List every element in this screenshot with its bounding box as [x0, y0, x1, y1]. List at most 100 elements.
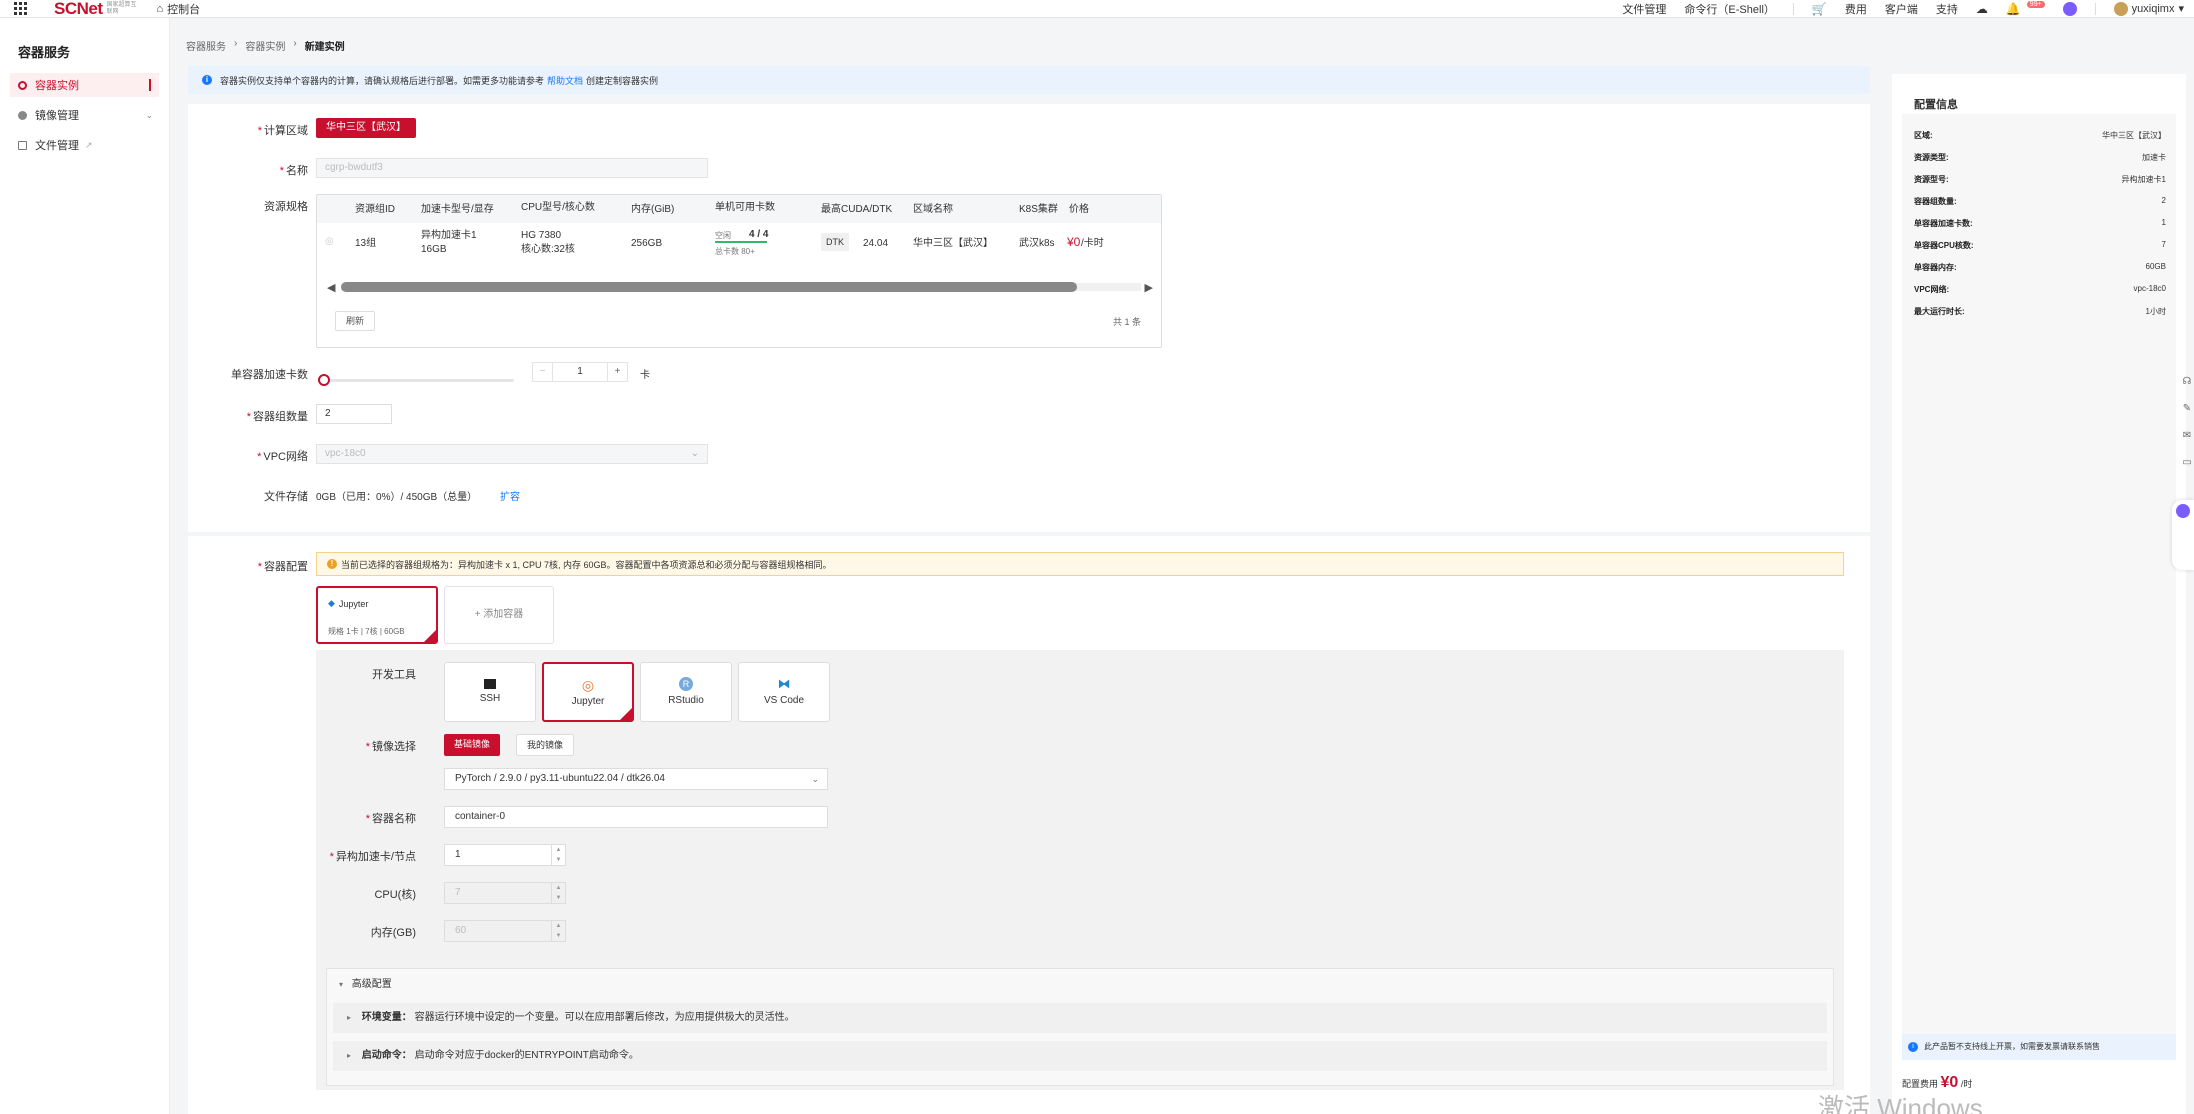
bell-icon[interactable]: 🔔 — [2006, 2, 2021, 16]
sidebar-item-images[interactable]: 镜像管理 ⌄ — [10, 103, 159, 127]
advanced-header[interactable]: ▾ 高级配置 — [339, 975, 392, 990]
vpc-select[interactable]: vpc-18c0 ⌄ — [316, 444, 708, 464]
summary-key: 容器组数量: — [1914, 197, 1957, 206]
mem-input: 60 ▲ ▼ — [444, 920, 566, 942]
assistant-icon[interactable] — [2062, 1, 2077, 16]
cloud-icon[interactable]: ☁ — [1976, 2, 1988, 16]
column-header: 最高CUDA/DTK — [821, 204, 893, 215]
cards-value[interactable]: 1 — [553, 363, 607, 381]
info-icon: i — [1908, 1042, 1918, 1052]
mem-value: 60 — [455, 925, 467, 936]
mem-label: 内存(GB) — [370, 927, 416, 939]
billing-link[interactable]: 费用 — [1845, 1, 1867, 17]
support-link[interactable]: 支持 — [1936, 1, 1958, 17]
sidebar-item-files[interactable]: 文件管理 ↗ — [10, 133, 159, 157]
start-cmd-row[interactable]: ▸ 启动命令： 启动命令对应于docker的ENTRYPOINT启动命令。 — [333, 1041, 1827, 1071]
summary-key: 单容器CPU核数: — [1914, 241, 1974, 250]
column-header: 资源组ID — [355, 204, 395, 215]
apps-grid-icon[interactable] — [14, 1, 28, 16]
env-vars-row[interactable]: ▸ 环境变量： 容器运行环境中设定的一个变量。可以在应用部署后修改，为应用提供极… — [333, 1003, 1827, 1033]
ai-assistant-icon — [2176, 504, 2190, 518]
cname-label: 容器名称 — [296, 810, 416, 826]
user-menu[interactable]: yuxiqimx ▾ — [2113, 1, 2184, 16]
tool-rstudio[interactable]: R RStudio — [640, 662, 732, 722]
summary-value: 7 — [2161, 240, 2166, 249]
caret-down-icon: ▾ — [339, 980, 344, 989]
cards-slider[interactable] — [318, 374, 518, 386]
count-label: 容器组数量 — [188, 408, 308, 424]
acc-label: 异构加速卡/节点 — [296, 848, 416, 864]
resource-form: 计算区域 华中三区【武汉】 名称 cgrp-bwdutf3 资源规格 资源组ID… — [188, 104, 1870, 532]
cards-stepper[interactable]: − 1 + — [532, 362, 628, 382]
summary-value: 2 — [2161, 196, 2166, 205]
ai-assistant-button[interactable] — [2172, 500, 2194, 570]
basic-image-button[interactable]: 基础镜像 — [444, 734, 501, 756]
expand-link[interactable]: 扩容 — [500, 488, 520, 503]
decrement-button[interactable]: − — [533, 363, 553, 381]
summary-value: 60GB — [2145, 262, 2166, 271]
region-option-selected[interactable]: 华中三区【武汉】 — [316, 118, 416, 138]
chevron-down-icon: ▾ — [2178, 3, 2184, 15]
container-card[interactable]: ◆ Jupyter 规格 1卡 | 7核 | 60GB — [316, 586, 438, 644]
help-icon[interactable]: ? — [298, 448, 303, 458]
cell-k8s: 武汉k8s — [1019, 238, 1055, 249]
headset-icon[interactable]: ☊ — [2183, 376, 2192, 387]
chevron-down-icon: ⌄ — [145, 109, 153, 120]
sidebar: 容器服务 容器实例 镜像管理 ⌄ 文件管理 ↗ — [0, 18, 170, 1114]
container-name-input[interactable]: container-0 — [444, 806, 828, 828]
env-label: 环境变量： — [361, 1012, 412, 1023]
sidebar-item-instances[interactable]: 容器实例 — [10, 73, 159, 97]
radio-button[interactable]: ◎ — [325, 235, 334, 249]
breadcrumb-current: 新建实例 — [304, 42, 345, 53]
invoice-notice-text: 此产品暂不支持线上开票，如需要发票请联系销售 — [1924, 1042, 2100, 1051]
client-link[interactable]: 客户端 — [1885, 1, 1918, 17]
instance-icon — [18, 80, 27, 90]
acc-input[interactable]: 1 ▲ ▼ — [444, 844, 566, 866]
home-icon: ⌂ — [156, 2, 164, 15]
container-detail: 开发工具 SSH ◎ Jupyter R RStudio ⧓ VS Code 镜… — [316, 650, 1844, 1090]
total-count: 共 1 条 — [1112, 317, 1141, 327]
tool-ssh[interactable]: SSH — [444, 662, 536, 722]
name-label: 名称 — [188, 162, 308, 178]
summary-row: 最大运行时长: 1小时 — [1914, 306, 2166, 317]
breadcrumb-item[interactable]: 容器实例 — [245, 38, 285, 53]
logo[interactable]: SCNet — [54, 0, 103, 19]
help-doc-link[interactable]: 帮助文档 — [547, 74, 583, 87]
scroll-left-icon[interactable]: ◀ — [327, 281, 335, 294]
summary-row: 区域: 华中三区【武汉】 — [1914, 130, 2166, 141]
add-container-button[interactable]: + 添加容器 — [444, 586, 554, 644]
image-select[interactable]: PyTorch / 2.9.0 / py3.11-ubuntu22.04 / d… — [444, 768, 828, 790]
chat-icon[interactable]: ✉ — [2183, 430, 2191, 441]
env-text: 容器运行环境中设定的一个变量。可以在应用部署后修改，为应用提供极大的灵活性。 — [414, 1012, 795, 1023]
summary-row: 单容器CPU核数: 7 — [1914, 240, 2166, 251]
jupyter-logo-icon: ◆ — [328, 598, 335, 608]
tool-jupyter[interactable]: ◎ Jupyter — [542, 662, 634, 722]
message-icon[interactable]: ▭ — [2182, 457, 2191, 468]
divider — [2094, 2, 2096, 15]
cart-icon[interactable]: 🛒 — [1812, 2, 1827, 16]
feedback-icon[interactable]: ✎ — [2183, 403, 2191, 414]
logo-subtitle: 国家超算互联网 — [106, 1, 137, 15]
summary-value: 1小时 — [2145, 307, 2166, 316]
file-manager-link[interactable]: 文件管理 — [1622, 1, 1666, 17]
breadcrumb-item[interactable]: 容器服务 — [186, 38, 226, 53]
increment-button[interactable]: + — [607, 363, 627, 381]
name-input[interactable]: cgrp-bwdutf3 — [316, 158, 708, 178]
eshell-link[interactable]: 命令行（E-Shell） — [1684, 1, 1774, 17]
custom-image-button[interactable]: 我的镜像 — [516, 734, 575, 756]
count-input[interactable]: 2 — [316, 404, 392, 424]
scroll-right-icon[interactable]: ▶ — [1145, 281, 1153, 294]
table-row[interactable]: ◎ 13组 异构加速卡1 16GB HG 7380 核心数:32核 256GB … — [317, 223, 1161, 267]
console-home-link[interactable]: ⌂ 控制台 — [157, 1, 201, 17]
slider-handle[interactable] — [318, 374, 330, 386]
tool-vscode[interactable]: ⧓ VS Code — [738, 662, 830, 722]
horizontal-scrollbar[interactable]: ◀ ▶ — [327, 281, 1153, 294]
spin-buttons[interactable]: ▲ ▼ — [551, 845, 565, 865]
summary-row: 资源类型: 加速卡 — [1914, 152, 2166, 163]
summary-row: VPC网络: vpc-18c0 — [1914, 284, 2166, 295]
scroll-thumb[interactable] — [341, 282, 1077, 292]
cell-cpu: HG 7380 — [521, 230, 562, 241]
refresh-button[interactable]: 刷新 — [335, 311, 376, 331]
summary-value: 加速卡 — [2142, 153, 2166, 162]
info-text: 容器实例仅支持单个容器内的计算，请确认规格后进行部署。如需更多功能请参考 — [220, 75, 545, 86]
